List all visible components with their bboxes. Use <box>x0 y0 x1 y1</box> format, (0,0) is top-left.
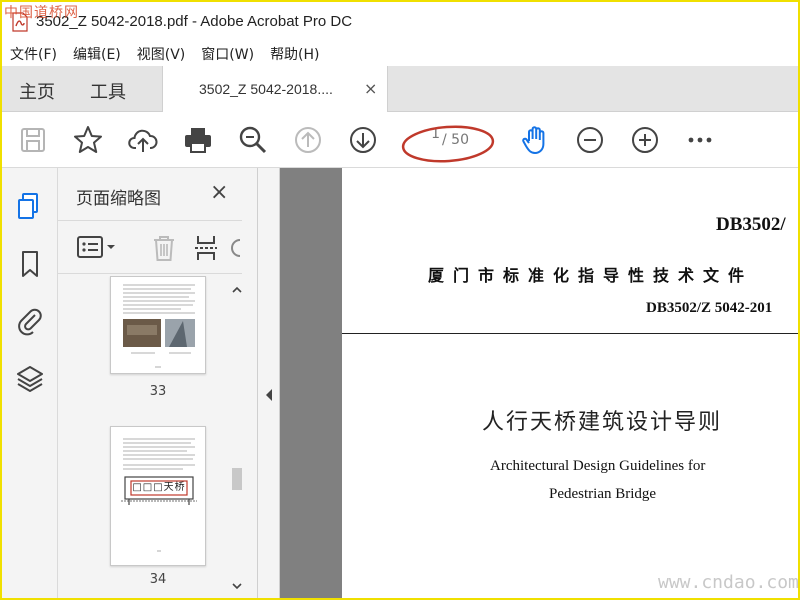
document-view[interactable]: DB3502/ 厦门市标准化指导性技术文件 DB3502/Z 5042-201 … <box>280 168 798 598</box>
attachment-icon[interactable] <box>14 304 46 336</box>
doc-standard-title: 厦门市标准化指导性技术文件 <box>428 266 754 285</box>
options-menu-icon[interactable] <box>76 235 118 261</box>
upload-icon[interactable] <box>127 124 159 156</box>
red-annotation-ellipse <box>401 125 495 163</box>
menu-view[interactable]: 视图(V) <box>137 44 186 64</box>
panel-close-button[interactable]: × <box>210 180 228 205</box>
menu-file[interactable]: 文件(F) <box>10 44 57 64</box>
doc-divider <box>342 333 798 334</box>
more-tools-icon[interactable] <box>230 235 242 261</box>
thumbnail-34-label: 34 <box>149 572 167 587</box>
thumbnail-scrollbar[interactable] <box>230 282 244 598</box>
layers-icon[interactable] <box>14 362 46 394</box>
document-page: DB3502/ 厦门市标准化指导性技术文件 DB3502/Z 5042-201 … <box>342 168 798 598</box>
doc-standard-code: DB3502/ <box>716 214 786 235</box>
delete-icon[interactable] <box>150 233 178 263</box>
menu-window[interactable]: 窗口(W) <box>201 44 254 64</box>
tab-tools[interactable]: 工具 <box>90 78 126 104</box>
print-icon[interactable] <box>182 124 214 156</box>
window-title: 3502_Z 5042-2018.pdf - Adobe Acrobat Pro… <box>36 13 353 30</box>
menu-help[interactable]: 帮助(H) <box>270 44 319 64</box>
tab-close-button[interactable]: × <box>364 79 377 98</box>
thumbnail-34-sign-text: □□□天桥 <box>132 482 186 493</box>
thumbnail-33-preview <box>123 284 195 368</box>
collapse-arrow-icon[interactable] <box>264 388 274 402</box>
hand-tool-icon[interactable] <box>519 124 551 156</box>
thumbnail-list: 33 □□□天桥 34 <box>58 276 238 598</box>
doc-english-title-line1: Architectural Design Guidelines for <box>490 458 706 474</box>
doc-chinese-title: 人行天桥建筑设计导则 <box>482 410 723 435</box>
tab-document[interactable]: 3502_Z 5042-2018.... × <box>162 66 388 112</box>
thumbnail-page-33[interactable] <box>110 276 206 374</box>
application-window: 3502_Z 5042-2018.pdf - Adobe Acrobat Pro… <box>0 0 800 600</box>
thumbnail-panel: 页面缩略图 × 33 □□□天桥 34 <box>58 168 258 598</box>
split-page-icon[interactable] <box>192 233 220 263</box>
title-bar: 3502_Z 5042-2018.pdf - Adobe Acrobat Pro… <box>2 2 798 42</box>
menu-bar: 文件(F) 编辑(E) 视图(V) 窗口(W) 帮助(H) <box>2 42 798 66</box>
tab-home[interactable]: 主页 <box>19 78 55 104</box>
panel-toolbar <box>58 220 242 274</box>
save-icon[interactable] <box>17 124 49 156</box>
page-down-icon[interactable] <box>347 124 379 156</box>
left-rail <box>2 168 58 598</box>
thumbnail-page-34[interactable]: □□□天桥 <box>110 426 206 566</box>
page-up-icon[interactable] <box>292 124 324 156</box>
bookmark-star-icon[interactable] <box>72 124 104 156</box>
panel-collapse-strip[interactable] <box>258 168 280 598</box>
watermark-top: 中国道桥网 <box>4 5 79 21</box>
doc-standard-number: DB3502/Z 5042-201 <box>646 300 773 316</box>
page-thumbnails-icon[interactable] <box>14 190 46 222</box>
tab-document-label: 3502_Z 5042-2018.... <box>199 81 333 97</box>
tab-bar: 主页 工具 3502_Z 5042-2018.... × <box>2 66 798 112</box>
zoom-search-icon[interactable] <box>237 124 269 156</box>
watermark-bottom: www.cndao.com <box>658 572 799 593</box>
menu-edit[interactable]: 编辑(E) <box>73 44 121 64</box>
thumbnail-34-preview <box>121 438 197 552</box>
more-icon[interactable] <box>684 124 716 156</box>
thumbnail-33-label: 33 <box>149 384 167 399</box>
panel-title: 页面缩略图 <box>76 189 161 209</box>
zoom-in-icon[interactable] <box>629 124 661 156</box>
doc-english-title-line2: Pedestrian Bridge <box>549 486 657 502</box>
bookmark-icon[interactable] <box>14 248 46 280</box>
zoom-out-icon[interactable] <box>574 124 606 156</box>
